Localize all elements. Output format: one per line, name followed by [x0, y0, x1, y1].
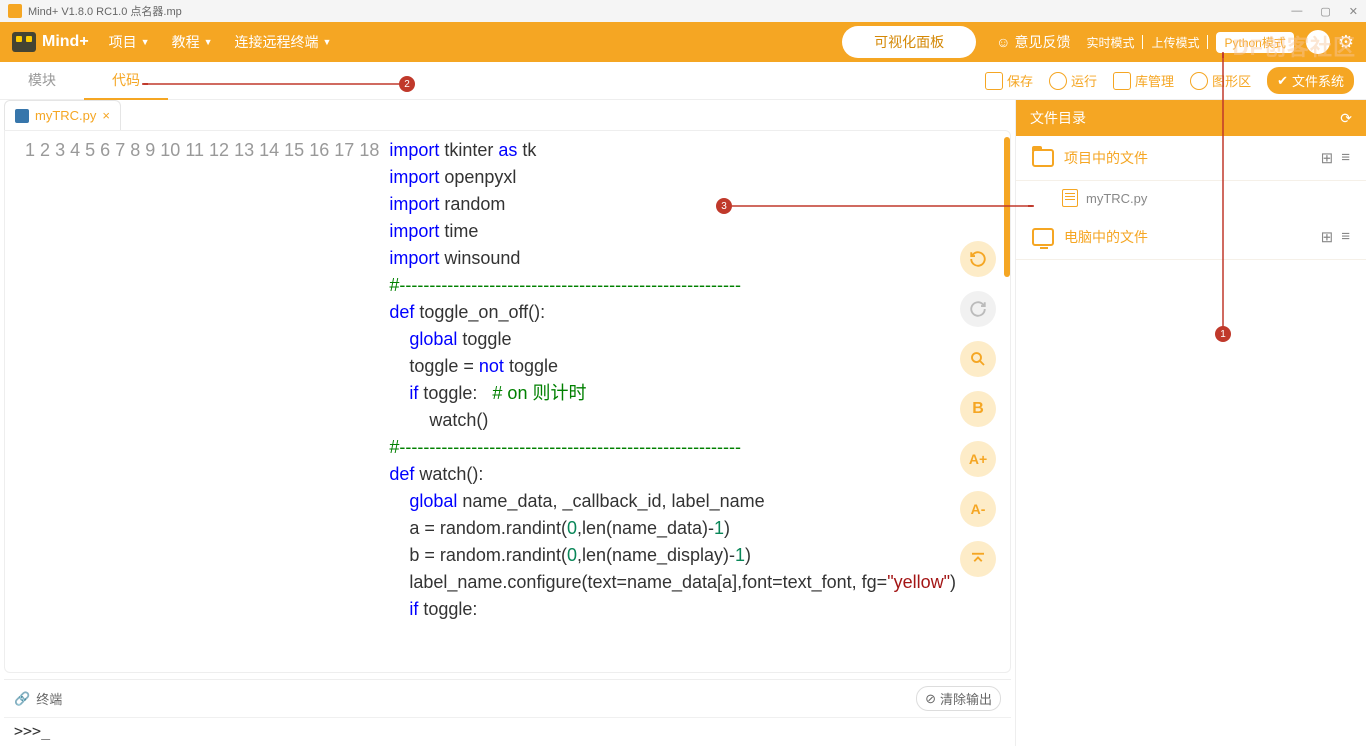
maximize-icon[interactable]: ▢ — [1320, 5, 1330, 18]
new-file-icon[interactable]: ⊞ — [1321, 228, 1334, 246]
collapse-top-button[interactable] — [960, 541, 996, 577]
monitor-icon — [1032, 228, 1054, 246]
new-file-icon[interactable]: ⊞ — [1321, 149, 1334, 167]
chevron-down-icon: ▼ — [204, 37, 213, 47]
terminal-panel: 🔗 终端 ⊘ 清除输出 >>>_ — [4, 679, 1011, 744]
tab-module[interactable]: 模块 — [0, 62, 84, 100]
mode-realtime[interactable]: 实时模式 — [1086, 34, 1134, 51]
bold-button[interactable]: B — [960, 391, 996, 427]
refresh-icon[interactable]: ⟳ — [1340, 110, 1352, 127]
computer-files-section[interactable]: 电脑中的文件 ⊞≡ — [1016, 215, 1366, 260]
secondary-toolbar: 模块 代码 保存 运行 库管理 图形区 ✔文件系统 — [0, 62, 1366, 100]
watermark: DF创客社区 — [1233, 30, 1356, 62]
chevron-down-icon: ▼ — [141, 37, 150, 47]
file-tab-label: myTRC.py — [35, 108, 96, 123]
menu-remote[interactable]: 连接远程终端▼ — [235, 32, 332, 52]
logo-icon — [12, 32, 36, 52]
redo-button[interactable] — [960, 291, 996, 327]
code-body[interactable]: import tkinter as tk import openpyxl imp… — [389, 131, 1010, 672]
python-icon — [15, 109, 29, 123]
lib-button[interactable]: 库管理 — [1113, 71, 1174, 90]
save-button[interactable]: 保存 — [985, 71, 1033, 90]
window-title: Mind+ V1.8.0 RC1.0 点名器.mp — [28, 3, 182, 19]
top-menu-bar: Mind+ 项目▼ 教程▼ 连接远程终端▼ 可视化面板 ☺意见反馈 实时模式 上… — [0, 22, 1366, 62]
folder-icon — [1032, 149, 1054, 167]
graphic-icon — [1190, 72, 1208, 90]
line-gutter: 1 2 3 4 5 6 7 8 9 10 11 12 13 14 15 16 1… — [5, 131, 389, 672]
file-item-mytrc[interactable]: myTRC.py — [1016, 181, 1366, 215]
library-icon — [1113, 72, 1131, 90]
close-icon[interactable]: ✕ — [1349, 5, 1358, 18]
terminal-label: 终端 — [36, 689, 62, 708]
filesystem-button[interactable]: ✔文件系统 — [1267, 67, 1354, 94]
save-icon — [985, 72, 1003, 90]
window-titlebar: Mind+ V1.8.0 RC1.0 点名器.mp — ▢ ✕ — [0, 0, 1366, 22]
menu-icon[interactable]: ≡ — [1341, 228, 1350, 246]
visual-panel-button[interactable]: 可视化面板 — [842, 26, 976, 58]
chevron-down-icon: ▼ — [323, 37, 332, 47]
check-icon: ✔ — [1277, 73, 1288, 89]
file-sidebar: 文件目录 ⟳ 项目中的文件 ⊞≡ myTRC.py 电脑中的文件 ⊞≡ — [1016, 100, 1366, 746]
file-icon — [1062, 189, 1078, 207]
feedback-button[interactable]: ☺意见反馈 — [996, 32, 1070, 52]
clear-output-button[interactable]: ⊘ 清除输出 — [916, 686, 1001, 711]
project-files-section[interactable]: 项目中的文件 ⊞≡ — [1016, 136, 1366, 181]
font-increase-button[interactable]: A+ — [960, 441, 996, 477]
menu-project[interactable]: 项目▼ — [109, 32, 150, 52]
undo-button[interactable] — [960, 241, 996, 277]
link-icon: 🔗 — [14, 691, 30, 707]
file-tab-mytrc[interactable]: myTRC.py × — [4, 100, 121, 130]
app-icon — [8, 4, 22, 18]
repl-input[interactable]: >>>_ — [4, 717, 1011, 744]
smile-icon: ☺ — [996, 34, 1010, 50]
graphic-button[interactable]: 图形区 — [1190, 71, 1251, 90]
mode-upload[interactable]: 上传模式 — [1151, 34, 1199, 51]
tab-code[interactable]: 代码 — [84, 62, 168, 100]
clear-icon: ⊘ — [925, 691, 936, 707]
play-icon — [1049, 72, 1067, 90]
tab-close-icon[interactable]: × — [102, 108, 110, 123]
font-decrease-button[interactable]: A- — [960, 491, 996, 527]
menu-tutorial[interactable]: 教程▼ — [172, 32, 213, 52]
sidebar-header: 文件目录 ⟳ — [1016, 100, 1366, 136]
run-button[interactable]: 运行 — [1049, 71, 1097, 90]
scrollbar-thumb[interactable] — [1004, 137, 1010, 277]
brand-logo: Mind+ — [12, 32, 89, 52]
minimize-icon[interactable]: — — [1291, 5, 1302, 18]
menu-icon[interactable]: ≡ — [1341, 149, 1350, 167]
search-button[interactable] — [960, 341, 996, 377]
code-editor[interactable]: 1 2 3 4 5 6 7 8 9 10 11 12 13 14 15 16 1… — [5, 131, 1010, 672]
